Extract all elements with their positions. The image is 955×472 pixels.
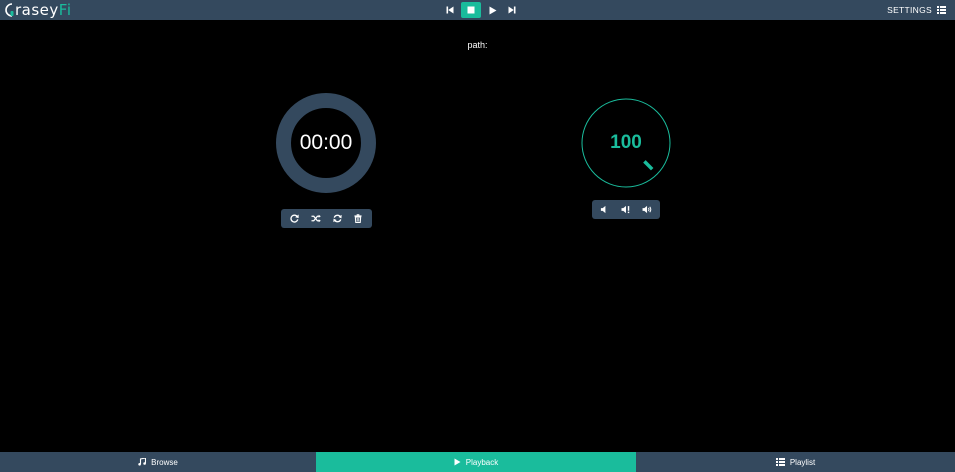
play-icon bbox=[489, 6, 496, 14]
top-bar: raseyFi SETTINGS bbox=[0, 0, 955, 20]
stop-button[interactable] bbox=[461, 2, 481, 18]
play-icon bbox=[454, 458, 461, 466]
shuffle-button[interactable] bbox=[306, 209, 326, 228]
elapsed-time: 00:00 bbox=[299, 131, 353, 154]
volume-toolbar bbox=[592, 200, 660, 219]
previous-button[interactable] bbox=[440, 2, 459, 18]
tab-playback[interactable]: Playback bbox=[316, 452, 636, 472]
repeat-icon bbox=[290, 214, 299, 223]
logo-headphones-icon bbox=[5, 3, 14, 17]
grid-menu-icon bbox=[937, 6, 946, 14]
refresh-button[interactable] bbox=[327, 209, 347, 228]
volume-down-button[interactable] bbox=[595, 200, 615, 219]
tab-browse-label: Browse bbox=[151, 457, 178, 467]
play-button[interactable] bbox=[483, 2, 502, 18]
app-logo[interactable]: raseyFi bbox=[4, 1, 72, 19]
volume-up-icon bbox=[642, 205, 652, 214]
clear-queue-button[interactable] bbox=[348, 209, 368, 228]
transport-controls bbox=[440, 2, 521, 18]
volume-up-button[interactable] bbox=[637, 200, 657, 219]
volume-value: 100 bbox=[610, 132, 642, 153]
trash-icon bbox=[354, 214, 362, 223]
tab-playback-label: Playback bbox=[465, 457, 499, 467]
skip-back-icon bbox=[446, 6, 453, 14]
repeat-button[interactable] bbox=[285, 209, 305, 228]
list-icon bbox=[775, 458, 785, 466]
settings-label: SETTINGS bbox=[887, 5, 932, 15]
tab-browse[interactable]: Browse bbox=[0, 452, 316, 472]
shuffle-icon bbox=[311, 214, 321, 223]
stop-icon bbox=[467, 6, 475, 14]
queue-toolbar bbox=[281, 209, 372, 228]
refresh-icon bbox=[332, 214, 342, 223]
next-button[interactable] bbox=[502, 2, 521, 18]
mute-button[interactable] bbox=[616, 200, 636, 219]
tab-playlist-label: Playlist bbox=[789, 457, 816, 467]
music-note-icon bbox=[138, 458, 147, 466]
volume-down-icon bbox=[601, 205, 606, 214]
tab-playlist[interactable]: Playlist bbox=[636, 452, 955, 472]
track-path: path: bbox=[467, 40, 488, 50]
settings-button[interactable]: SETTINGS bbox=[887, 0, 946, 20]
bottom-navigation: Browse Playback Playlist bbox=[0, 452, 955, 472]
mute-icon bbox=[621, 205, 630, 214]
skip-forward-icon bbox=[508, 6, 515, 14]
logo-text: raseyFi bbox=[15, 1, 72, 19]
elapsed-time-ring: 00:00 bbox=[276, 93, 376, 193]
